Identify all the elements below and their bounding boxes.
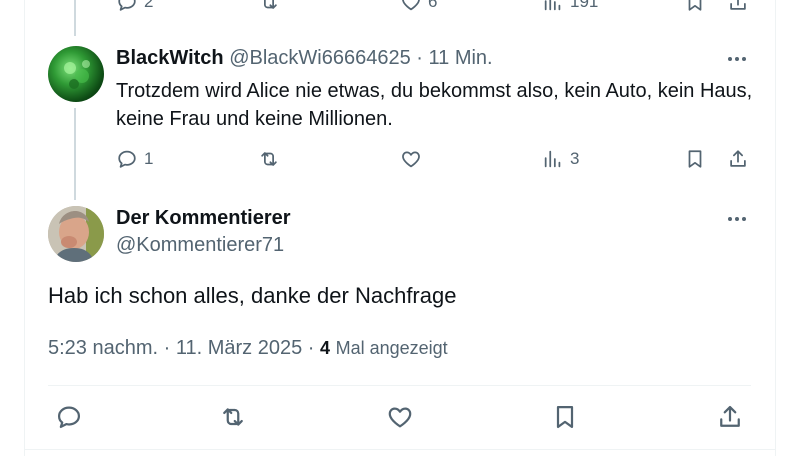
prev-views-button[interactable]: 191 [542,0,598,13]
reply-button[interactable]: 1 [116,148,153,170]
prev-views-count: 191 [570,0,599,11]
author-handle[interactable]: @Kommentierer71 [116,234,284,257]
prev-reply-count: 2 [144,0,154,11]
prev-retweet-button[interactable] [258,0,280,13]
share-button[interactable] [716,403,744,431]
author-name[interactable]: Der Kommentierer [116,207,291,230]
reply-icon [118,0,136,11]
share-button[interactable] [727,148,749,170]
prev-bookmark-button[interactable] [684,0,706,13]
views-icon [544,0,561,11]
thread-connector [74,0,76,36]
reply-header: BlackWitch @BlackWi66664625 · 11 Min. [116,47,493,70]
views-count: 4 [320,338,331,358]
divider [48,385,751,386]
tweet-timestamp[interactable]: 5:23 nachm. · 11. März 2025 · [48,337,314,359]
like-button[interactable] [400,148,422,170]
retweet-button[interactable] [258,148,280,170]
share-icon [730,0,746,10]
avatar[interactable] [48,46,104,102]
avatar-image [48,206,104,262]
like-icon [402,0,420,11]
divider [24,449,775,450]
reply-icon [57,406,81,429]
share-icon [730,150,746,167]
author-handle[interactable]: @BlackWi66664625 [229,47,411,69]
more-icon-dot [742,217,746,221]
tweet-text: Hab ich schon alles, danke der Nachfrage [48,283,457,308]
prev-reply-button[interactable]: 2 [116,0,153,13]
author-name[interactable]: BlackWitch [116,47,224,69]
retweet-button[interactable] [219,403,247,431]
more-button[interactable] [728,57,746,61]
like-button[interactable] [386,403,414,431]
bookmark-icon [556,405,574,429]
more-icon-dot [742,57,746,61]
bookmark-button[interactable] [684,148,706,170]
more-icon [728,57,732,61]
views-label: Mal angezeigt [335,338,448,358]
avatar[interactable] [48,206,104,262]
thread-connector [74,108,76,200]
views-button[interactable]: 3 [542,148,579,170]
bookmark-icon [688,150,702,168]
tweet-time[interactable]: · 11 Min. [416,47,492,69]
more-button[interactable] [728,217,746,221]
avatar-image [64,60,90,89]
views-count: 3 [570,149,580,168]
more-icon-dot [735,217,739,221]
tweet-meta: 5:23 nachm. · 11. März 2025 · 4 Mal ange… [48,337,448,360]
more-icon [728,217,732,221]
views-icon [544,150,561,168]
like-icon [402,151,420,168]
retweet-icon [261,152,277,166]
bookmark-icon [688,0,702,11]
prev-like-button[interactable]: 6 [400,0,437,13]
reply-button[interactable] [55,403,83,431]
bookmark-button[interactable] [551,403,579,431]
like-icon [388,407,412,428]
share-icon [720,405,740,427]
reply-icon [118,150,136,168]
prev-share-button[interactable] [727,0,749,13]
more-icon-dot [735,57,739,61]
prev-like-count: 6 [428,0,438,11]
reply-text: Trotzdem wird Alice nie etwas, du bekomm… [116,80,753,130]
reply-count: 1 [144,149,154,168]
retweet-icon [264,0,277,9]
retweet-icon [223,408,243,426]
